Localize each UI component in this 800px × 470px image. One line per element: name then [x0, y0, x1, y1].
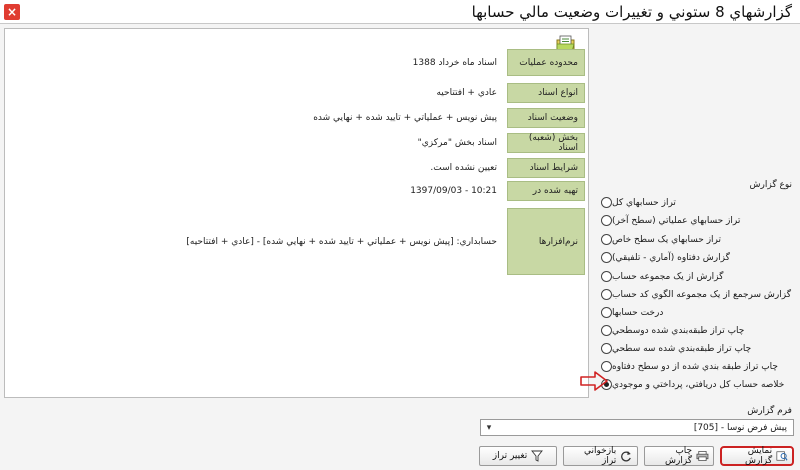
refresh-icon — [621, 451, 632, 462]
recall-balance-label: بازخواني تراز — [583, 446, 617, 466]
report-type-option[interactable]: تراز حسابهاي عملياتي (سطح آخر) — [598, 212, 792, 229]
report-type-option[interactable]: چاپ تراز طبقه‌بندي شده دوسطحي — [598, 322, 792, 339]
info-label: انواع اسناد — [507, 83, 585, 103]
radio-button[interactable] — [601, 343, 612, 354]
show-report-button[interactable]: نمايش گزارش — [720, 446, 794, 466]
info-row-doc-status: وضعيت اسناد پيش نويس + عملياتي + تاييد ش… — [5, 108, 585, 128]
report-form-selected-value: پيش فرض نوسا - [705] — [693, 422, 787, 433]
report-info-panel: محدوده عمليات اسناد ماه خرداد 1388 انواع… — [4, 28, 589, 398]
report-type-title: نوع گزارش — [749, 180, 792, 190]
report-type-option[interactable]: درخت حسابها — [598, 304, 792, 321]
filter-icon — [531, 450, 544, 462]
magnifier-report-icon — [776, 451, 788, 461]
info-value: عادي + افتتاحيه — [7, 83, 503, 103]
info-value: اسناد ماه خرداد 1388 — [7, 49, 503, 76]
report-type-option[interactable]: چاپ تراز طبقه‌بندي شده سه سطحي — [598, 340, 792, 357]
info-row-branch: بخش (شعبه) اسناد اسناد بخش "مرکزي" — [5, 133, 585, 153]
radio-button[interactable] — [601, 289, 612, 300]
radio-label: تراز حسابهاي کل — [612, 197, 676, 208]
radio-label: خلاصه حساب کل دريافتي، پرداختي و موجودي — [612, 379, 785, 390]
report-type-option[interactable]: گزارش دفتاوه (آماري - تلفيقي) — [598, 249, 792, 266]
report-type-option[interactable]: گزارش سرجمع از يک مجموعه الگوي کد حساب — [598, 286, 792, 303]
info-row-prepared-at: تهيه شده در 10:21 - 1397/09/03 — [5, 181, 585, 201]
show-report-label: نمايش گزارش — [745, 446, 773, 466]
radio-button[interactable] — [601, 325, 612, 336]
print-report-button[interactable]: چاپ گزارش — [644, 446, 714, 466]
change-balance-button[interactable]: تغيير تراز — [479, 446, 557, 466]
info-value: تعيين نشده است. — [7, 158, 503, 178]
radio-button[interactable] — [601, 252, 612, 263]
print-report-label: چاپ گزارش — [665, 446, 693, 466]
printer-icon — [696, 451, 709, 461]
report-form-label: فرم گزارش — [747, 406, 792, 416]
report-type-option[interactable]: گزارش از يک مجموعه حساب — [598, 268, 792, 285]
pointer-arrow-icon — [580, 371, 608, 391]
info-label: نرم‌افزارها — [507, 208, 585, 275]
report-type-option-selected[interactable]: خلاصه حساب کل دريافتي، پرداختي و موجودي — [598, 376, 792, 393]
info-value: حسابداري: [پيش نويس + عملياتي + تاييد شد… — [7, 208, 503, 275]
window-title: گزارشهاي 8 ستوني و تغييرات وضعيت مالي حس… — [471, 3, 792, 21]
change-balance-label: تغيير تراز — [492, 451, 528, 461]
radio-button[interactable] — [601, 197, 612, 208]
info-label: تهيه شده در — [507, 181, 585, 201]
radio-label: چاپ تراز طبقه بندي شده از دو سطح دفتاوه — [612, 361, 778, 372]
radio-button[interactable] — [601, 234, 612, 245]
radio-label: گزارش از يک مجموعه حساب — [612, 271, 724, 282]
report-type-option[interactable]: تراز حسابهاي کل — [598, 194, 792, 211]
info-row-conditions: شرايط اسناد تعيين نشده است. — [5, 158, 585, 178]
report-type-option[interactable]: چاپ تراز طبقه بندي شده از دو سطح دفتاوه — [598, 358, 792, 375]
report-window: × گزارشهاي 8 ستوني و تغييرات وضعيت مالي … — [0, 0, 800, 470]
radio-label: چاپ تراز طبقه‌بندي شده سه سطحي — [612, 343, 752, 354]
info-row-doc-types: انواع اسناد عادي + افتتاحيه — [5, 83, 585, 103]
radio-label: درخت حسابها — [612, 307, 664, 318]
info-row-software: نرم‌افزارها حسابداري: [پيش نويس + عمليات… — [5, 208, 585, 275]
radio-label: تراز حسابهاي عملياتي (سطح آخر) — [612, 215, 741, 226]
info-label: بخش (شعبه) اسناد — [507, 133, 585, 153]
radio-button[interactable] — [601, 271, 612, 282]
close-button[interactable]: × — [4, 4, 20, 20]
radio-label: گزارش دفتاوه (آماري - تلفيقي) — [612, 252, 730, 263]
info-value: 10:21 - 1397/09/03 — [7, 181, 503, 201]
chevron-down-icon[interactable]: ▾ — [483, 422, 495, 434]
info-label: محدوده عمليات — [507, 49, 585, 76]
report-type-group: نوع گزارش تراز حسابهاي کل تراز حسابهاي ع… — [598, 180, 796, 398]
info-label: وضعيت اسناد — [507, 108, 585, 128]
report-type-option[interactable]: تراز حسابهاي يک سطح خاص — [598, 231, 792, 248]
info-value: پيش نويس + عملياتي + تاييد شده + نهايي ش… — [7, 108, 503, 128]
info-row-operations: محدوده عمليات اسناد ماه خرداد 1388 — [5, 49, 585, 76]
report-form-select[interactable]: پيش فرض نوسا - [705] ▾ — [480, 419, 794, 436]
radio-label: گزارش سرجمع از يک مجموعه الگوي کد حساب — [612, 289, 791, 300]
info-label: شرايط اسناد — [507, 158, 585, 178]
radio-label: تراز حسابهاي يک سطح خاص — [612, 234, 722, 245]
radio-button[interactable] — [601, 307, 612, 318]
recall-balance-button[interactable]: بازخواني تراز — [563, 446, 638, 466]
radio-label: چاپ تراز طبقه‌بندي شده دوسطحي — [612, 325, 745, 336]
title-bar: × گزارشهاي 8 ستوني و تغييرات وضعيت مالي … — [0, 0, 800, 24]
info-value: اسناد بخش "مرکزي" — [7, 133, 503, 153]
radio-button[interactable] — [601, 215, 612, 226]
